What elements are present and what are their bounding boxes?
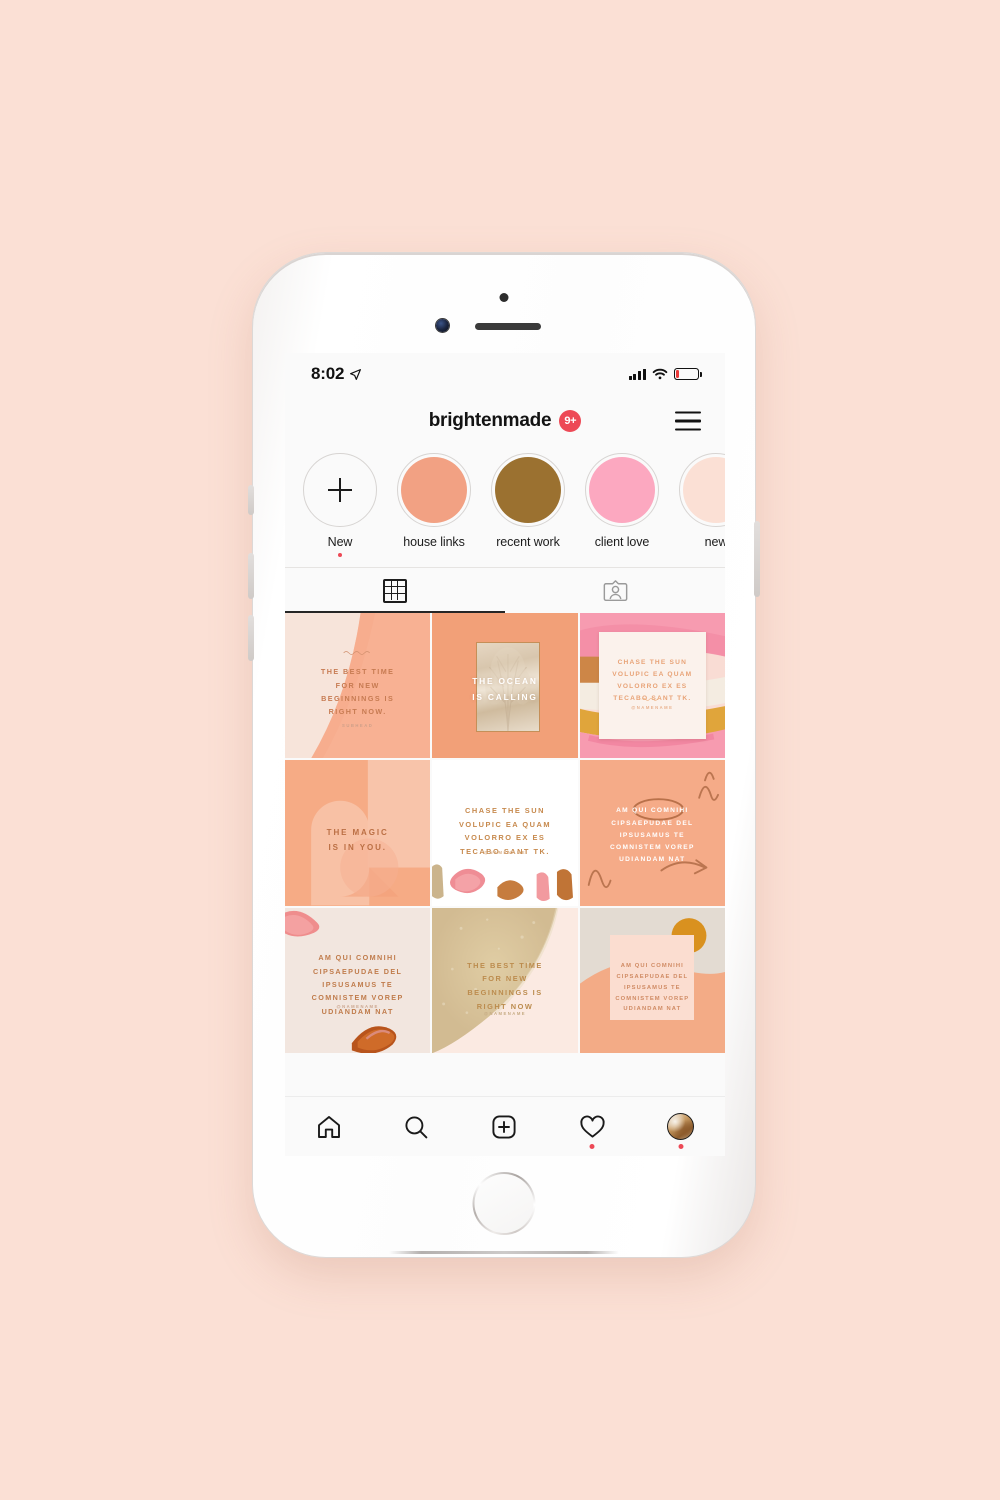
squiggle-icon bbox=[641, 697, 662, 701]
grid-post[interactable]: AM QUI COMNIHI CIPSAEPUDAE DEL IPSUSAMUS T… bbox=[285, 907, 431, 1053]
nav-home[interactable] bbox=[316, 1114, 342, 1140]
post-headline: AM QUI COMNIHI CIPSAEPUDAE DEL IPSUSAMUS T… bbox=[615, 963, 690, 1013]
post-headline: THE BEST TIME FOR NEW BEGINNINGS IS RIGHT N… bbox=[467, 960, 543, 1011]
highlight-label: New bbox=[327, 535, 353, 549]
nav-profile[interactable] bbox=[667, 1113, 695, 1149]
page-title: brightenmade bbox=[428, 410, 552, 431]
volume-up-button[interactable] bbox=[248, 553, 254, 599]
highlight-cover bbox=[401, 457, 467, 523]
post-artwork: THE OCEAN IS CALLING bbox=[432, 613, 578, 759]
status-badge: 9+ bbox=[559, 410, 582, 432]
location-arrow-icon bbox=[350, 368, 362, 380]
squiggle-icon bbox=[343, 651, 371, 655]
plus-square-icon bbox=[492, 1114, 516, 1139]
phone-device: 8:02 brightenmade 9+ New house links rec… bbox=[248, 249, 760, 1261]
post-artwork: THE BEST TIME FOR NEW BEGINNINGS IS RIGHT N… bbox=[285, 613, 431, 759]
post-artwork: AM QUI COMNIHI CIPSAEPUDAE DEL IPSUSAMUS T… bbox=[579, 907, 725, 1053]
highlight-cover bbox=[495, 457, 561, 523]
grid-icon bbox=[383, 578, 407, 603]
post-headline: THE OCEAN IS CALLING bbox=[472, 676, 538, 702]
grid-post[interactable]: THE BEST TIME FOR NEW BEGINNINGS IS RIGHT N… bbox=[432, 907, 578, 1053]
profile-tab-bar[interactable] bbox=[285, 567, 725, 613]
phone-screen: 8:02 brightenmade 9+ New house links rec… bbox=[285, 353, 725, 1156]
nav-create[interactable] bbox=[491, 1114, 517, 1140]
hamburger-menu-icon[interactable] bbox=[675, 411, 701, 431]
earpiece-speaker bbox=[475, 323, 541, 330]
notification-dot bbox=[589, 1143, 595, 1149]
post-artwork: THE MAGIC IS IN YOU. bbox=[285, 760, 431, 906]
highlight-recent-work[interactable]: recent work bbox=[491, 453, 565, 557]
highlight-cover bbox=[683, 457, 725, 523]
post-subhead: @NAMENAME bbox=[336, 1003, 379, 1009]
highlight-client-love[interactable]: client love bbox=[585, 453, 659, 557]
grid-post[interactable]: CHASE THE SUN VOLUPIC EA QUAM VOLORRO EX E… bbox=[432, 760, 578, 906]
highlight-cover bbox=[589, 457, 655, 523]
highlight-label: house links bbox=[403, 535, 465, 549]
home-icon bbox=[317, 1115, 340, 1138]
highlight-ring bbox=[491, 453, 565, 527]
bottom-nav[interactable] bbox=[285, 1096, 725, 1156]
grid-post[interactable]: AM QUI COMNIHI CIPSAEPUDAE DEL IPSUSAMUS T… bbox=[579, 760, 725, 906]
cellular-bars-icon bbox=[628, 368, 646, 380]
post-artwork: AM QUI COMNIHI CIPSAEPUDAE DEL IPSUSAMUS T… bbox=[285, 907, 431, 1053]
home-button[interactable] bbox=[473, 1172, 536, 1235]
username-wrap[interactable]: brightenmade 9+ bbox=[429, 410, 582, 432]
battery-low-icon bbox=[674, 368, 702, 380]
volume-down-button[interactable] bbox=[248, 615, 254, 661]
status-bar-right bbox=[628, 368, 702, 380]
story-highlights-row[interactable]: New house links recent work client love … bbox=[285, 447, 725, 561]
search-icon bbox=[405, 1115, 428, 1138]
brushstroke-shapes bbox=[432, 864, 574, 902]
front-camera-icon bbox=[436, 319, 449, 332]
post-headline: THE BEST TIME FOR NEW BEGINNINGS IS RIGHT N… bbox=[320, 667, 395, 717]
grid-post[interactable]: CHASE THE SUN VOLUPIC EA QUAM VOLORRO EX E… bbox=[579, 613, 725, 759]
post-headline: AM QUI COMNIHI CIPSAEPUDAE DEL IPSUSAMUS T… bbox=[609, 807, 695, 864]
post-artwork: THE BEST TIME FOR NEW BEGINNINGS IS RIGHT N… bbox=[432, 907, 578, 1053]
highlight-house-links[interactable]: house links bbox=[397, 453, 471, 557]
status-bar-left: 8:02 bbox=[311, 364, 362, 384]
highlight-ring bbox=[397, 453, 471, 527]
profile-header: brightenmade 9+ bbox=[285, 395, 725, 447]
post-subhead: SUBHEAD bbox=[342, 723, 374, 729]
tab-grid[interactable] bbox=[285, 568, 505, 613]
highlight-new-partial[interactable]: new bbox=[679, 453, 725, 557]
highlight-new[interactable]: New bbox=[303, 453, 377, 557]
highlight-ring bbox=[679, 453, 725, 527]
highlight-label: new bbox=[704, 535, 725, 549]
heart-icon bbox=[580, 1115, 605, 1138]
post-subhead: @NAMENAME bbox=[631, 704, 674, 710]
post-artwork: AM QUI COMNIHI CIPSAEPUDAE DEL IPSUSAMUS T… bbox=[579, 760, 725, 906]
grid-post[interactable]: AM QUI COMNIHI CIPSAEPUDAE DEL IPSUSAMUS T… bbox=[579, 907, 725, 1053]
power-button[interactable] bbox=[754, 521, 760, 597]
scene: 8:02 brightenmade 9+ New house links rec… bbox=[0, 0, 1000, 1500]
new-indicator-dot bbox=[338, 553, 342, 557]
grid-post[interactable]: THE OCEAN IS CALLING bbox=[432, 613, 578, 759]
photo-grid[interactable]: THE BEST TIME FOR NEW BEGINNINGS IS RIGHT N… bbox=[285, 613, 725, 1053]
highlight-label: client love bbox=[594, 535, 650, 549]
highlight-ring bbox=[303, 453, 377, 527]
post-artwork: CHASE THE SUN VOLUPIC EA QUAM VOLORRO EX E… bbox=[579, 613, 725, 759]
notification-dot bbox=[678, 1144, 684, 1149]
plus-icon bbox=[328, 478, 352, 502]
nav-activity[interactable] bbox=[579, 1114, 606, 1149]
highlight-ring bbox=[585, 453, 659, 527]
wifi-icon bbox=[652, 368, 668, 380]
status-bar: 8:02 bbox=[285, 353, 725, 395]
post-subhead: @NAMENAME bbox=[483, 1010, 527, 1016]
highlight-label: recent work bbox=[496, 535, 560, 549]
post-headline: THE MAGIC IS IN YOU. bbox=[326, 827, 389, 852]
grid-post[interactable]: THE BEST TIME FOR NEW BEGINNINGS IS RIGHT N… bbox=[285, 613, 431, 759]
post-artwork: CHASE THE SUN VOLUPIC EA QUAM VOLORRO EX E… bbox=[432, 760, 578, 906]
grid-post[interactable]: THE MAGIC IS IN YOU. bbox=[285, 760, 431, 906]
avatar bbox=[667, 1113, 695, 1140]
tab-tagged[interactable] bbox=[505, 568, 725, 613]
tagged-person-icon bbox=[603, 580, 627, 602]
status-clock: 8:02 bbox=[311, 364, 345, 383]
proximity-sensor-icon bbox=[499, 293, 509, 302]
bottom-speaker-grille bbox=[389, 1251, 619, 1254]
mute-switch[interactable] bbox=[248, 485, 254, 515]
post-subhead: @NAMENAME bbox=[483, 850, 527, 856]
nav-search[interactable] bbox=[403, 1114, 429, 1140]
